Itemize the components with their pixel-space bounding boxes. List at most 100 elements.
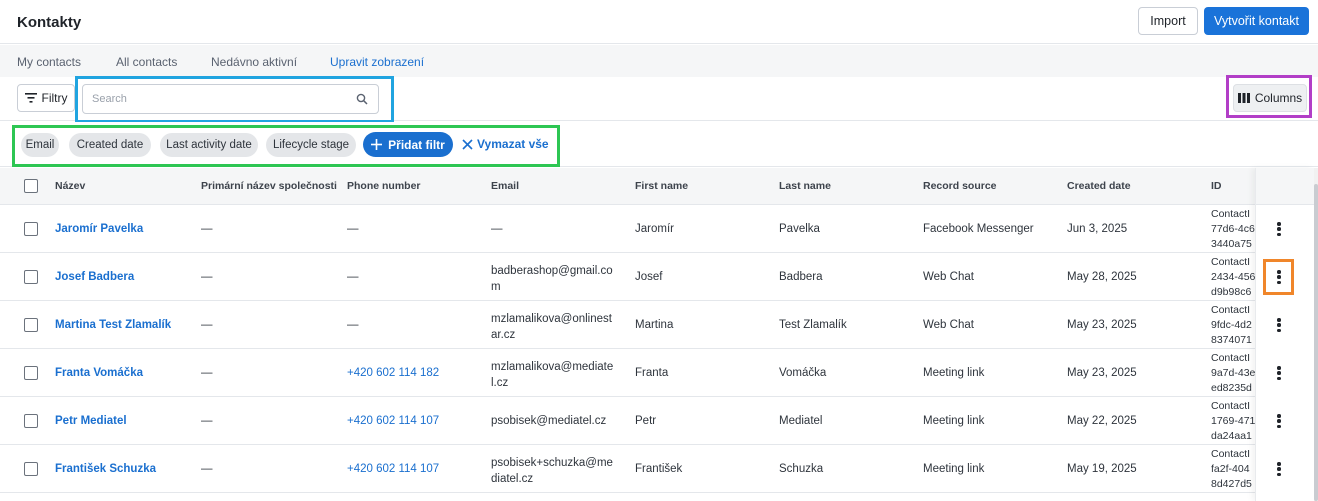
created-date-cell: May 23, 2025	[1067, 367, 1137, 379]
email-line-2: l.cz	[491, 377, 509, 389]
table-row[interactable]: Petr Mediatel — +420 602 114 107 psobisek@m…	[0, 397, 1318, 445]
plus-icon	[371, 139, 383, 150]
column-header-phone[interactable]: Phone number	[347, 180, 421, 192]
company-cell: —	[201, 319, 213, 331]
phone-cell[interactable]: +420 602 114 107	[347, 415, 439, 427]
table-row[interactable]: Franta Vomáčka — +420 602 114 182 mzlamalik…	[0, 349, 1318, 397]
id-cell: ContactI 1769-471 da24aa1	[1211, 400, 1255, 442]
import-button[interactable]: Import	[1138, 7, 1198, 35]
row-checkbox[interactable]	[24, 462, 38, 476]
row-actions-header	[1256, 168, 1315, 205]
column-header-record-source[interactable]: Record source	[923, 180, 997, 192]
more-options-icon[interactable]	[1271, 267, 1287, 287]
phone-cell[interactable]: +420 602 114 182	[347, 367, 439, 379]
filter-chips-bar: Email Created date Last activity date Li…	[0, 122, 1318, 167]
page-title: Kontakty	[17, 14, 82, 31]
created-date-cell: May 28, 2025	[1067, 271, 1137, 283]
more-options-icon[interactable]	[1271, 219, 1287, 239]
record-source-cell: Web Chat	[923, 319, 974, 331]
contacts-table: Název Primární název společnosti Phone n…	[0, 168, 1318, 501]
view-tabs: My contacts All contacts Nedávno aktivní…	[0, 45, 1318, 77]
search-input[interactable]	[92, 90, 347, 108]
created-date-cell: May 19, 2025	[1067, 463, 1137, 475]
page-header: Kontakty Import Vytvořit kontakt	[0, 0, 1318, 44]
email-cell: mzlamalikova@mediate l.cz	[491, 359, 616, 391]
email-line-1: mzlamalikova@onlinest	[491, 313, 612, 325]
row-checkbox[interactable]	[24, 414, 38, 428]
column-header-company[interactable]: Primární název společnosti	[201, 180, 337, 192]
row-checkbox[interactable]	[24, 270, 38, 284]
more-options-icon[interactable]	[1271, 363, 1287, 383]
column-header-first-name[interactable]: First name	[635, 180, 688, 192]
filter-button-label: Filtry	[41, 91, 68, 105]
record-source-cell: Meeting link	[923, 415, 985, 427]
clear-all-filters-link[interactable]: Vymazat vše	[462, 137, 549, 151]
id-cell: ContactI 9fdc-4d2 8374071	[1211, 304, 1252, 346]
company-cell: —	[201, 415, 213, 427]
columns-button[interactable]: Columns	[1233, 84, 1307, 112]
phone-cell: —	[347, 271, 359, 283]
tab-my-contacts[interactable]: My contacts	[17, 55, 81, 69]
filter-chip-lifecycle-stage[interactable]: Lifecycle stage	[266, 133, 356, 157]
email-line-1: psobisek+schuzka@me	[491, 457, 613, 469]
first-name-cell: František	[635, 463, 683, 475]
company-cell: —	[201, 271, 213, 283]
id-cell: ContactI fa2f-404 8d427d5	[1211, 448, 1252, 490]
contact-name-link[interactable]: Petr Mediatel	[55, 415, 127, 427]
table-header: Název Primární název společnosti Phone n…	[0, 168, 1318, 205]
more-options-icon[interactable]	[1271, 315, 1287, 335]
created-date-cell: Jun 3, 2025	[1067, 223, 1128, 235]
search-icon[interactable]	[356, 93, 368, 105]
create-contact-button[interactable]: Vytvořit kontakt	[1204, 7, 1309, 35]
row-actions-column	[1255, 168, 1315, 501]
scrollbar-thumb[interactable]	[1314, 184, 1318, 501]
company-cell: —	[201, 223, 213, 235]
column-header-created-date[interactable]: Created date	[1067, 180, 1131, 192]
contact-name-link[interactable]: Josef Badbera	[55, 271, 134, 283]
filter-button[interactable]: Filtry	[17, 84, 75, 112]
contact-name-link[interactable]: Martina Test Zlamalík	[55, 319, 171, 331]
add-filter-label: Přidat filtr	[388, 137, 445, 152]
record-source-cell: Web Chat	[923, 271, 974, 283]
last-name-cell: Mediatel	[779, 415, 823, 427]
close-icon	[462, 138, 473, 150]
email-line-1: mzlamalikova@mediate	[491, 361, 614, 373]
contact-name-link[interactable]: Jaromír Pavelka	[55, 223, 143, 235]
more-options-icon[interactable]	[1271, 459, 1287, 479]
edit-view-link[interactable]: Upravit zobrazení	[330, 55, 424, 69]
column-header-last-name[interactable]: Last name	[779, 180, 831, 192]
vertical-scrollbar[interactable]	[1314, 168, 1318, 501]
column-header-email[interactable]: Email	[491, 180, 519, 192]
row-checkbox[interactable]	[24, 318, 38, 332]
filter-chip-created-date[interactable]: Created date	[69, 133, 151, 157]
company-cell: —	[201, 367, 213, 379]
tab-all-contacts[interactable]: All contacts	[116, 55, 177, 69]
add-filter-button[interactable]: Přidat filtr	[363, 132, 453, 157]
table-row[interactable]: František Schuzka — +420 602 114 107 psobis…	[0, 445, 1318, 493]
email-cell: psobisek+schuzka@me diatel.cz	[491, 455, 616, 487]
clear-all-label: Vymazat vše	[477, 137, 549, 151]
table-row[interactable]: Martina Test Zlamalík — — mzlamalikova@onli…	[0, 301, 1318, 349]
record-source-cell: Facebook Messenger	[923, 223, 1034, 235]
filter-chip-email[interactable]: Email	[21, 133, 59, 157]
table-row[interactable]: Josef Badbera — — badberashop@gmail.co m Jose…	[0, 253, 1318, 301]
table-row[interactable]: Jaromír Pavelka — — — Jaromír Pavelka Facebook…	[0, 205, 1318, 253]
phone-cell[interactable]: +420 602 114 107	[347, 463, 439, 475]
email-cell: psobisek@mediatel.cz	[491, 415, 607, 427]
company-cell: —	[201, 463, 213, 475]
filter-chip-last-activity-date[interactable]: Last activity date	[160, 133, 258, 157]
select-all-checkbox[interactable]	[24, 179, 38, 193]
more-options-icon[interactable]	[1271, 411, 1287, 431]
column-header-name[interactable]: Název	[55, 180, 85, 192]
first-name-cell: Franta	[635, 367, 669, 379]
row-checkbox[interactable]	[24, 222, 38, 236]
row-checkbox[interactable]	[24, 366, 38, 380]
last-name-cell: Schuzka	[779, 463, 824, 475]
tab-recently-active[interactable]: Nedávno aktivní	[211, 55, 297, 69]
contact-name-link[interactable]: Franta Vomáčka	[55, 367, 143, 379]
column-header-id[interactable]: ID	[1211, 180, 1222, 192]
id-cell: ContactI 77d6-4c6 3440a75	[1211, 208, 1255, 250]
created-date-cell: May 22, 2025	[1067, 415, 1137, 427]
last-name-cell: Vomáčka	[779, 367, 827, 379]
contact-name-link[interactable]: František Schuzka	[55, 463, 156, 475]
